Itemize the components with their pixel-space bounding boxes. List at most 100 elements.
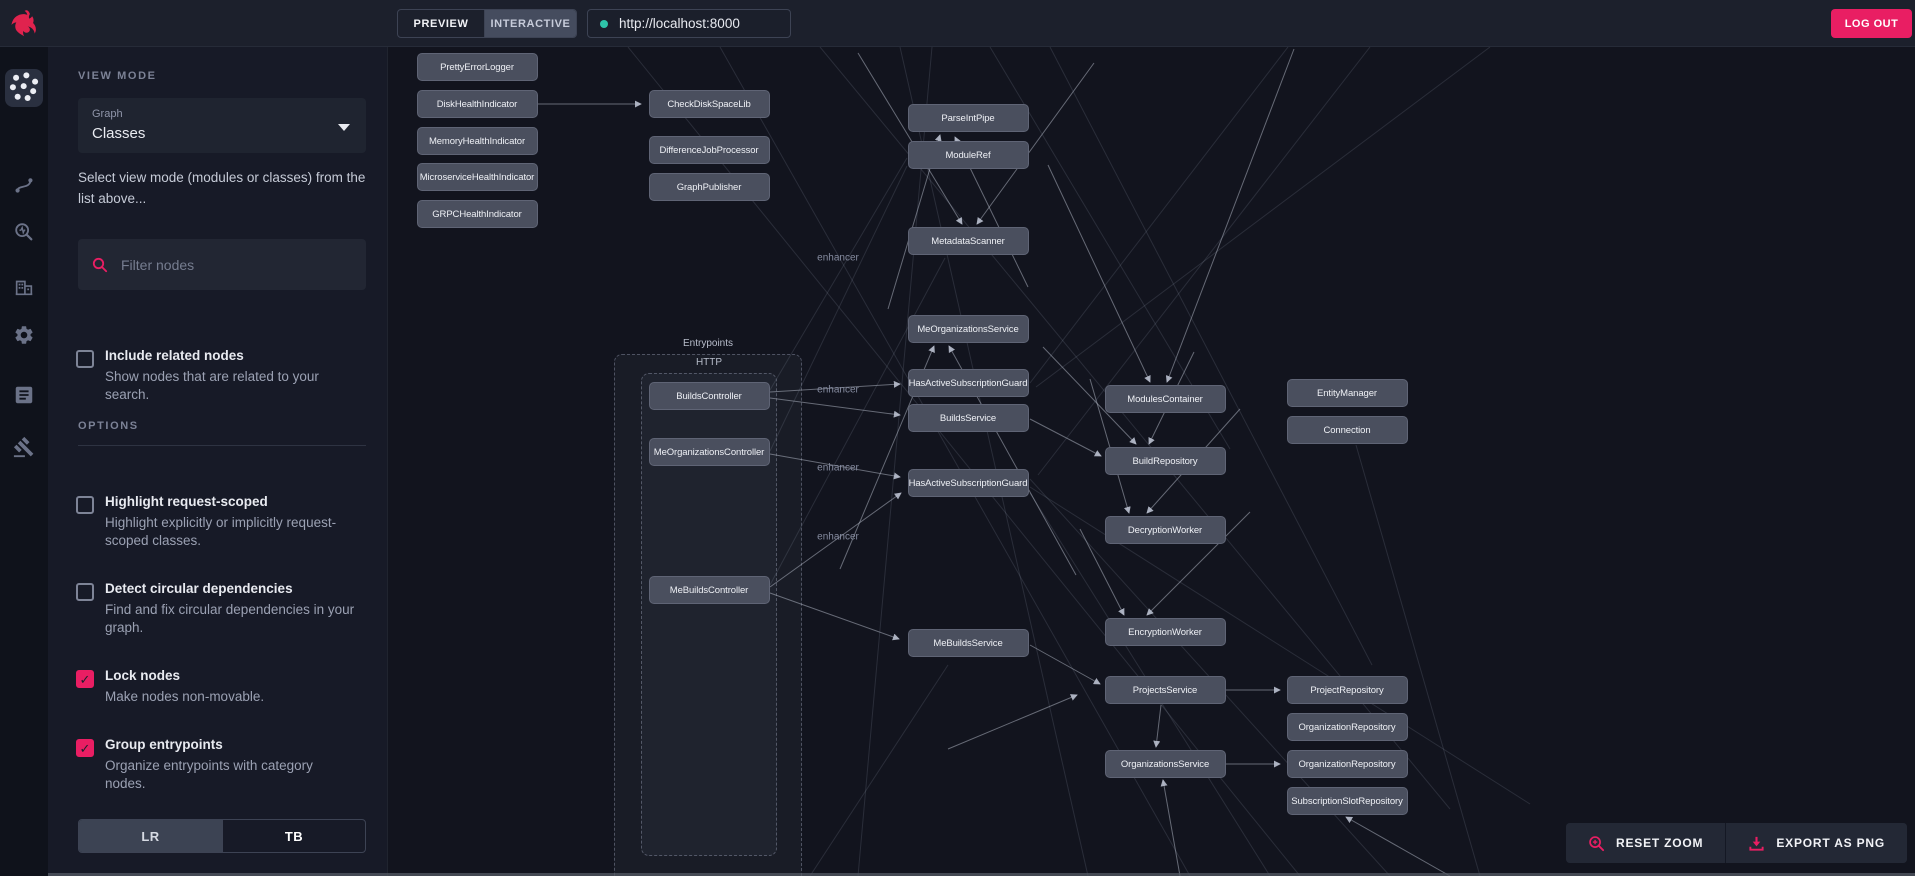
direction-tb-button[interactable]: TB (222, 820, 365, 852)
option-checkbox-2[interactable]: ✓ (76, 670, 94, 688)
graph-node[interactable]: ProjectsService (1104, 676, 1226, 704)
graph-mode-select[interactable]: Graph Classes (78, 98, 366, 153)
filter-nodes-input[interactable] (121, 256, 352, 273)
rail-item-rules[interactable] (0, 428, 48, 466)
graph-node[interactable]: EntityManager (1286, 379, 1408, 407)
graph-node-label: DiskHealthIndicator (436, 98, 518, 110)
graph-node[interactable]: BuildRepository (1104, 447, 1226, 475)
options-section-label: OPTIONS (78, 420, 139, 432)
graph-node[interactable]: BuildsController (648, 382, 770, 410)
option-row: ✓ Highlight request-scoped Highlight expli… (76, 493, 357, 550)
graph-node[interactable]: GRPCHealthIndicator (416, 200, 538, 228)
graph-node-label: ProjectsService (1132, 684, 1198, 696)
tab-preview[interactable]: PREVIEW (398, 10, 485, 37)
option-description: Organize entrypoints with category nodes… (105, 758, 313, 791)
graph-node-label: HasActiveSubscriptionGuard (908, 477, 1028, 489)
export-png-button[interactable]: EXPORT AS PNG (1725, 823, 1907, 863)
graph-node-label: OrganizationsService (1120, 758, 1210, 770)
graph-node-label: ModuleRef (945, 149, 991, 161)
zoom-in-icon (1589, 835, 1605, 851)
organization-icon (15, 280, 33, 296)
graph-node[interactable]: MeOrganizationsService (907, 315, 1029, 343)
include-related-title: Include related nodes (105, 348, 244, 363)
gavel-icon (13, 436, 34, 458)
graph-node-label: OrganizationRepository (1298, 721, 1396, 733)
option-checkbox-1[interactable]: ✓ (76, 583, 94, 601)
rail-item-settings[interactable] (0, 316, 48, 354)
graph-node-label: MeBuildsService (933, 637, 1003, 649)
option-title: Highlight request-scoped (105, 494, 268, 509)
graph-node[interactable]: OrganizationRepository (1286, 750, 1408, 778)
direction-lr-button[interactable]: LR (79, 820, 222, 852)
graph-select-label: Graph (92, 108, 123, 120)
include-related-checkbox[interactable]: ✓ (76, 350, 94, 368)
document-icon (15, 386, 33, 404)
view-mode-toggle: PREVIEW INTERACTIVE (397, 9, 577, 38)
graph-node[interactable]: Connection (1286, 416, 1408, 444)
graph-node[interactable]: CheckDiskSpaceLib (648, 90, 770, 118)
nestjs-logo-icon (8, 7, 41, 40)
graph-node[interactable]: ModulesContainer (1104, 385, 1226, 413)
option-description: Make nodes non-movable. (105, 689, 265, 704)
graph-node[interactable]: PrettyErrorLogger (416, 53, 538, 81)
graph-node[interactable]: ParseIntPipe (907, 104, 1029, 132)
option-title: Detect circular dependencies (105, 581, 293, 596)
graph-node-label: EntityManager (1317, 387, 1377, 399)
graph-node[interactable]: MeOrganizationsController (648, 438, 770, 466)
graph-node[interactable]: HasActiveSubscriptionGuard (907, 469, 1029, 497)
graph-node[interactable]: DiskHealthIndicator (416, 90, 538, 118)
option-row: ✓ Detect circular dependencies Find and fi… (76, 580, 357, 637)
graph-node-label: CheckDiskSpaceLib (667, 98, 751, 110)
graph-node[interactable]: GraphPublisher (648, 173, 770, 201)
graph-node[interactable]: MeBuildsService (907, 629, 1029, 657)
rail-item-docs[interactable] (0, 376, 48, 414)
graph-node-label: OrganizationRepository (1298, 758, 1396, 770)
graph-node[interactable]: ProjectRepository (1286, 676, 1408, 704)
target-url-field[interactable]: http://localhost:8000 (587, 9, 791, 38)
rail-item-route[interactable] (0, 166, 48, 204)
rail-item-organization[interactable] (0, 268, 48, 306)
graph-node-label: GRPCHealthIndicator (432, 208, 522, 220)
graph-node[interactable]: DecryptionWorker (1104, 516, 1226, 544)
top-bar: PREVIEW INTERACTIVE http://localhost:800… (0, 0, 1915, 47)
option-checkbox-0[interactable]: ✓ (76, 496, 94, 514)
graph-select-value: Classes (92, 125, 146, 142)
graph-node-label: BuildsController (676, 390, 742, 402)
reset-zoom-button[interactable]: RESET ZOOM (1566, 823, 1726, 863)
canvas-controls: RESET ZOOM EXPORT AS PNG (1566, 823, 1907, 863)
graph-node-label: MemoryHealthIndicator (428, 135, 526, 147)
graph-node[interactable]: MetadataScanner (907, 227, 1029, 255)
include-related-row: ✓ Include related nodes Show nodes that … (76, 347, 357, 404)
option-description: Find and fix circular dependencies in yo… (105, 602, 355, 635)
layout-direction-toggle: LR TB (78, 819, 366, 853)
graph-node[interactable]: HasActiveSubscriptionGuard (907, 369, 1029, 397)
graph-node[interactable]: MicroserviceHealthIndicator (416, 163, 538, 191)
graph-node[interactable]: BuildsService (907, 404, 1029, 432)
graph-node-label: Connection (1323, 424, 1371, 436)
graph-node[interactable]: ModuleRef (907, 141, 1029, 169)
logout-button[interactable]: LOG OUT (1831, 9, 1912, 38)
view-mode-section-label: VIEW MODE (78, 70, 157, 82)
graph-node-label: ParseIntPipe (941, 112, 995, 124)
graph-node[interactable]: OrganizationsService (1104, 750, 1226, 778)
graph-node-label: HasActiveSubscriptionGuard (908, 377, 1028, 389)
graph-node[interactable]: OrganizationRepository (1286, 713, 1408, 741)
option-checkbox-3[interactable]: ✓ (76, 739, 94, 757)
graph-node[interactable]: DifferenceJobProcessor (648, 136, 770, 164)
graph-node-label: ProjectRepository (1310, 684, 1384, 696)
rail-item-inspect[interactable] (0, 213, 48, 251)
graph-node[interactable]: MemoryHealthIndicator (416, 127, 538, 155)
graph-node[interactable]: EncryptionWorker (1104, 618, 1226, 646)
graph-node[interactable]: SubscriptionSlotRepository (1286, 787, 1408, 815)
icon-rail (0, 47, 48, 876)
graph-node[interactable]: MeBuildsController (648, 576, 770, 604)
graph-canvas[interactable]: Entrypoints HTTP PrettyErrorLogger DiskHeal… (388, 47, 1915, 876)
graph-node-label: DecryptionWorker (1127, 524, 1203, 536)
filter-nodes-box (78, 239, 366, 290)
graph-node-label: BuildsService (939, 412, 997, 424)
rail-item-graph[interactable] (5, 69, 43, 107)
tab-interactive[interactable]: INTERACTIVE (485, 10, 576, 37)
edge-label: enhancer (817, 252, 859, 264)
edge-label: enhancer (817, 462, 859, 474)
search-activity-icon (15, 223, 33, 241)
